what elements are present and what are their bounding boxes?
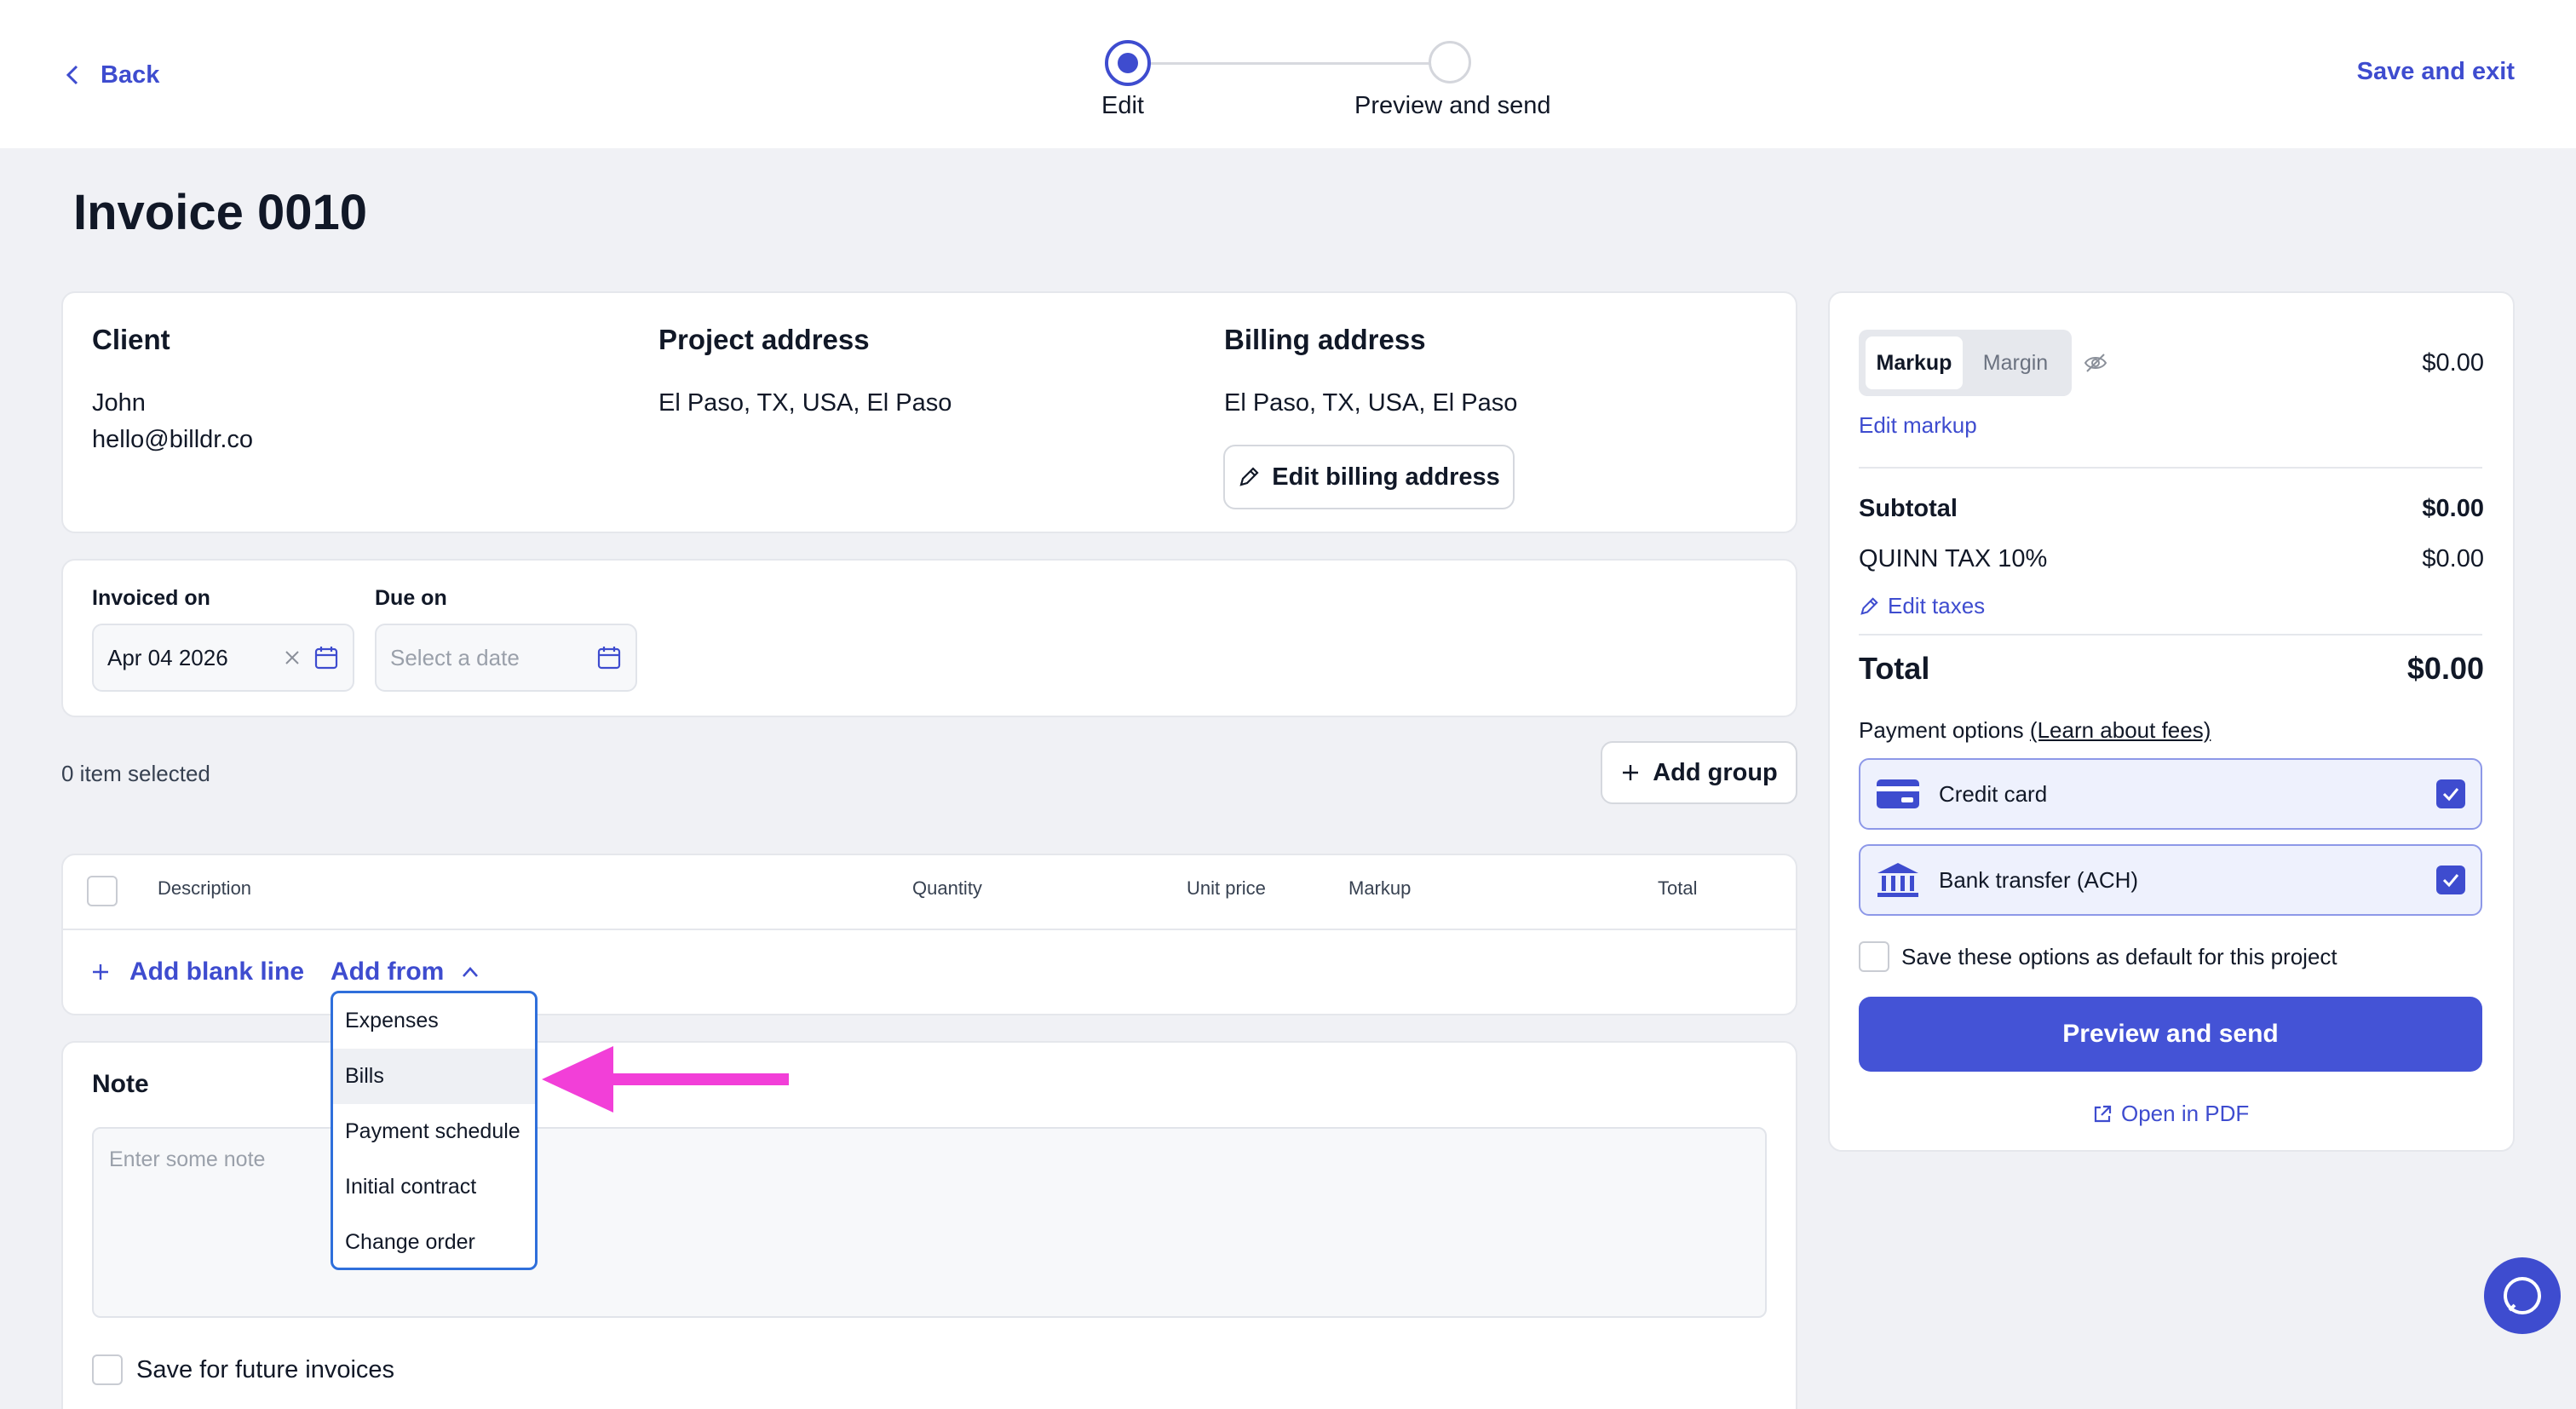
column-total: Total — [1658, 877, 1698, 899]
table-header-divider — [63, 929, 1796, 930]
chevron-up-icon — [463, 967, 479, 977]
markup-margin-toggle: Markup Margin — [1859, 330, 2072, 396]
step-edit-label: Edit — [1101, 92, 1144, 119]
client-name: John — [92, 389, 146, 417]
invoiced-on-value: Apr 04 2026 — [107, 644, 228, 670]
save-default-checkbox[interactable] — [1859, 941, 1889, 972]
invoiced-on-label: Invoiced on — [92, 586, 210, 610]
column-markup: Markup — [1348, 877, 1412, 899]
open-in-pdf-label: Open in PDF — [2121, 1101, 2250, 1126]
dropdown-option-initial-contract[interactable]: Initial contract — [333, 1159, 535, 1215]
billing-address-title: Billing address — [1224, 324, 1426, 355]
bank-transfer-checkbox[interactable] — [2436, 866, 2465, 894]
add-blank-line-button[interactable]: Add blank line — [90, 958, 304, 986]
project-address-title: Project address — [658, 324, 870, 355]
edit-billing-address-button[interactable]: Edit billing address — [1223, 445, 1515, 509]
save-for-future-label: Save for future invoices — [136, 1356, 395, 1383]
due-on-field[interactable]: Select a date — [375, 624, 637, 692]
bank-icon — [1877, 863, 1918, 897]
select-all-checkbox[interactable] — [87, 876, 118, 906]
step-preview-indicator[interactable] — [1429, 41, 1471, 83]
add-group-button[interactable]: Add group — [1601, 741, 1797, 804]
open-in-pdf-link[interactable]: Open in PDF — [2092, 1101, 2249, 1127]
due-on-label: Due on — [375, 586, 447, 610]
chat-icon — [2504, 1277, 2541, 1314]
payment-option-bank-transfer[interactable]: Bank transfer (ACH) — [1859, 844, 2482, 916]
items-selected-count: 0 item selected — [61, 761, 210, 786]
subtotal-label: Subtotal — [1859, 495, 1958, 522]
credit-card-icon — [1877, 779, 1919, 808]
project-address: El Paso, TX, USA, El Paso — [658, 389, 952, 417]
add-from-dropdown: Expenses Bills Payment schedule Initial … — [331, 991, 538, 1270]
margin-tab[interactable]: Margin — [1966, 336, 2065, 389]
stepper-connector — [1150, 62, 1452, 65]
dropdown-option-payment-schedule[interactable]: Payment schedule — [333, 1104, 535, 1159]
add-blank-line-label: Add blank line — [129, 958, 305, 986]
column-unit-price: Unit price — [1187, 877, 1266, 899]
step-edit-indicator[interactable] — [1105, 40, 1151, 86]
back-button[interactable]: Back — [65, 58, 159, 92]
external-link-icon — [2094, 1105, 2112, 1122]
edit-markup-link[interactable]: Edit markup — [1859, 412, 1977, 439]
top-bar: Back Edit Preview and send Save and exit — [0, 0, 2576, 148]
pencil-icon — [1860, 596, 1878, 615]
add-from-button[interactable]: Add from — [331, 958, 480, 986]
total-label: Total — [1859, 651, 1930, 686]
dropdown-option-change-order[interactable]: Change order — [333, 1215, 535, 1268]
edit-taxes-link[interactable]: Edit taxes — [1859, 593, 1985, 619]
billing-address: El Paso, TX, USA, El Paso — [1224, 389, 1518, 417]
chat-widget-button[interactable] — [2484, 1257, 2561, 1334]
summary-divider-2 — [1859, 634, 2482, 635]
note-placeholder: Enter some note — [109, 1147, 266, 1171]
payment-options-label: Payment options — [1859, 717, 2024, 743]
plus-icon — [93, 964, 108, 980]
back-label: Back — [101, 60, 160, 89]
save-default-label: Save these options as default for this p… — [1901, 944, 2337, 969]
save-for-future-checkbox[interactable] — [92, 1354, 123, 1385]
edit-billing-address-label: Edit billing address — [1272, 463, 1500, 491]
add-from-label: Add from — [331, 958, 445, 986]
pencil-icon — [1239, 467, 1259, 486]
dropdown-option-bills[interactable]: Bills — [333, 1049, 535, 1104]
column-description: Description — [158, 877, 252, 899]
chevron-left-icon — [66, 65, 78, 85]
client-title: Client — [92, 324, 170, 355]
invoiced-on-field[interactable]: Apr 04 2026 — [92, 624, 354, 692]
checkmark-icon — [2442, 874, 2459, 888]
credit-card-checkbox[interactable] — [2436, 779, 2465, 808]
plus-icon — [1623, 765, 1639, 780]
calendar-icon[interactable] — [596, 645, 622, 670]
eye-off-icon[interactable] — [2084, 351, 2107, 375]
dropdown-option-expenses[interactable]: Expenses — [333, 993, 535, 1049]
tax-label: QUINN TAX 10% — [1859, 545, 2048, 572]
learn-about-fees-link[interactable]: (Learn about fees) — [2030, 717, 2211, 743]
subtotal-value: $0.00 — [2422, 495, 2484, 522]
note-title: Note — [92, 1070, 149, 1098]
summary-divider-1 — [1859, 467, 2482, 469]
clear-icon[interactable] — [283, 648, 302, 667]
page-title: Invoice 0010 — [73, 185, 367, 240]
step-preview-label: Preview and send — [1354, 92, 1551, 119]
payment-options-row: Payment options (Learn about fees) — [1859, 717, 2211, 744]
column-quantity: Quantity — [912, 877, 982, 899]
edit-taxes-label: Edit taxes — [1888, 593, 1986, 618]
preview-and-send-button[interactable]: Preview and send — [1859, 997, 2482, 1072]
client-email: hello@billdr.co — [92, 426, 254, 453]
payment-option-credit-card[interactable]: Credit card — [1859, 758, 2482, 830]
calendar-icon[interactable] — [313, 645, 339, 670]
annotation-arrow-icon — [542, 1046, 789, 1113]
tax-value: $0.00 — [2422, 545, 2484, 572]
bank-transfer-label: Bank transfer (ACH) — [1939, 866, 2139, 893]
markup-tab[interactable]: Markup — [1866, 336, 1963, 389]
markup-value: $0.00 — [2422, 349, 2484, 377]
add-group-label: Add group — [1653, 758, 1778, 786]
save-and-exit-button[interactable]: Save and exit — [2357, 58, 2515, 86]
credit-card-label: Credit card — [1939, 780, 2048, 807]
due-on-placeholder: Select a date — [390, 644, 520, 670]
checkmark-icon — [2442, 788, 2459, 802]
total-value: $0.00 — [2406, 651, 2484, 686]
